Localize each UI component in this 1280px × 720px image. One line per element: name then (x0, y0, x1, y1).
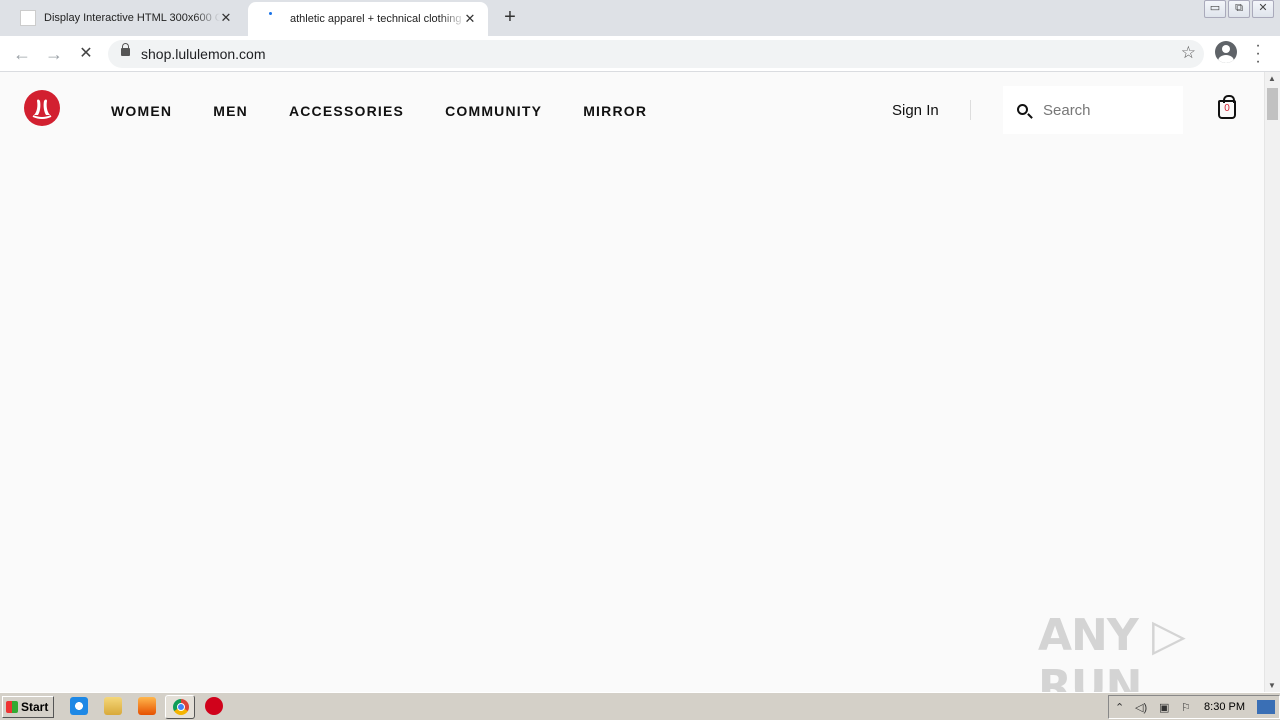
window-controls: ▭ ⧉ ✕ (1204, 0, 1274, 18)
windows-flag-icon (6, 701, 18, 713)
sign-in-link[interactable]: Sign In (892, 102, 939, 119)
show-desktop-icon[interactable] (1257, 700, 1275, 714)
lululemon-logo-icon[interactable] (24, 90, 60, 126)
scroll-up-arrow-icon[interactable]: ▲ (1268, 74, 1276, 83)
loading-spinner-icon (266, 11, 282, 27)
internet-explorer-icon[interactable] (70, 697, 88, 715)
new-tab-button[interactable]: + (499, 6, 521, 28)
browser-menu-icon[interactable]: · · · (1252, 38, 1264, 70)
tab-title: athletic apparel + technical clothing (290, 13, 462, 25)
clock[interactable]: 8:30 PM (1204, 701, 1245, 713)
volume-icon[interactable]: ◁) (1135, 701, 1147, 714)
forward-arrow-icon[interactable]: → (42, 42, 66, 66)
close-tab-icon[interactable]: ✕ (218, 10, 234, 26)
scroll-thumb[interactable] (1267, 88, 1278, 120)
header-divider (970, 100, 971, 120)
file-explorer-icon[interactable] (104, 697, 122, 715)
site-header: WOMEN MEN ACCESSORIES COMMUNITY MIRROR S… (0, 72, 1264, 148)
page-scrollbar[interactable]: ▲ ▼ (1264, 72, 1280, 692)
restore-button[interactable]: ⧉ (1228, 0, 1250, 18)
main-navigation: WOMEN MEN ACCESSORIES COMMUNITY MIRROR (111, 103, 688, 119)
search-input[interactable] (1043, 100, 1173, 120)
tab-lululemon[interactable]: athletic apparel + technical clothing ✕ (248, 2, 488, 36)
profile-avatar-icon[interactable] (1215, 41, 1237, 63)
tab-title: Display Interactive HTML 300x600 C (44, 12, 220, 24)
bag-count-badge: 0 (1224, 103, 1230, 114)
nav-men[interactable]: MEN (213, 103, 248, 119)
stop-loading-icon[interactable]: ✕ (74, 42, 98, 66)
windows-taskbar: Start ⌃ ◁) ▣ ⚐ 8:30 PM (0, 692, 1280, 720)
shopping-bag-icon[interactable]: 0 (1218, 95, 1236, 119)
nav-accessories[interactable]: ACCESSORIES (289, 103, 404, 119)
system-tray: ⌃ ◁) ▣ ⚐ 8:30 PM (1108, 695, 1280, 719)
search-icon[interactable] (1017, 104, 1028, 115)
nav-women[interactable]: WOMEN (111, 103, 172, 119)
close-tab-icon[interactable]: ✕ (462, 11, 478, 27)
url-text[interactable]: shop.lululemon.com (141, 46, 266, 62)
web-page: WOMEN MEN ACCESSORIES COMMUNITY MIRROR S… (0, 72, 1264, 712)
back-arrow-icon[interactable]: ← (10, 42, 34, 66)
browser-toolbar: ← → ✕ shop.lululemon.com ☆ · · · (0, 36, 1280, 72)
scroll-down-arrow-icon[interactable]: ▼ (1268, 681, 1276, 690)
browser-tab-strip: Display Interactive HTML 300x600 C ✕ ath… (0, 0, 1280, 36)
start-button[interactable]: Start (2, 696, 54, 718)
network-icon[interactable]: ▣ (1159, 701, 1169, 714)
opera-icon[interactable] (205, 697, 223, 715)
media-player-icon[interactable] (138, 697, 156, 715)
lock-icon (121, 43, 130, 56)
chrome-taskbar-button[interactable] (165, 695, 195, 719)
blank-page-icon (20, 10, 36, 26)
start-label: Start (21, 700, 49, 714)
minimize-button[interactable]: ▭ (1204, 0, 1226, 18)
nav-community[interactable]: COMMUNITY (445, 103, 542, 119)
close-window-button[interactable]: ✕ (1252, 0, 1274, 18)
nav-mirror[interactable]: MIRROR (583, 103, 647, 119)
bookmark-star-icon[interactable]: ☆ (1181, 43, 1196, 63)
show-hidden-icons-icon[interactable]: ⌃ (1115, 701, 1124, 714)
chrome-icon (173, 699, 189, 715)
tab-display-interactive[interactable]: Display Interactive HTML 300x600 C ✕ (8, 0, 244, 36)
action-center-flag-icon[interactable]: ⚐ (1181, 701, 1191, 714)
address-bar[interactable]: shop.lululemon.com ☆ (108, 40, 1204, 68)
search-box[interactable] (1003, 86, 1183, 134)
